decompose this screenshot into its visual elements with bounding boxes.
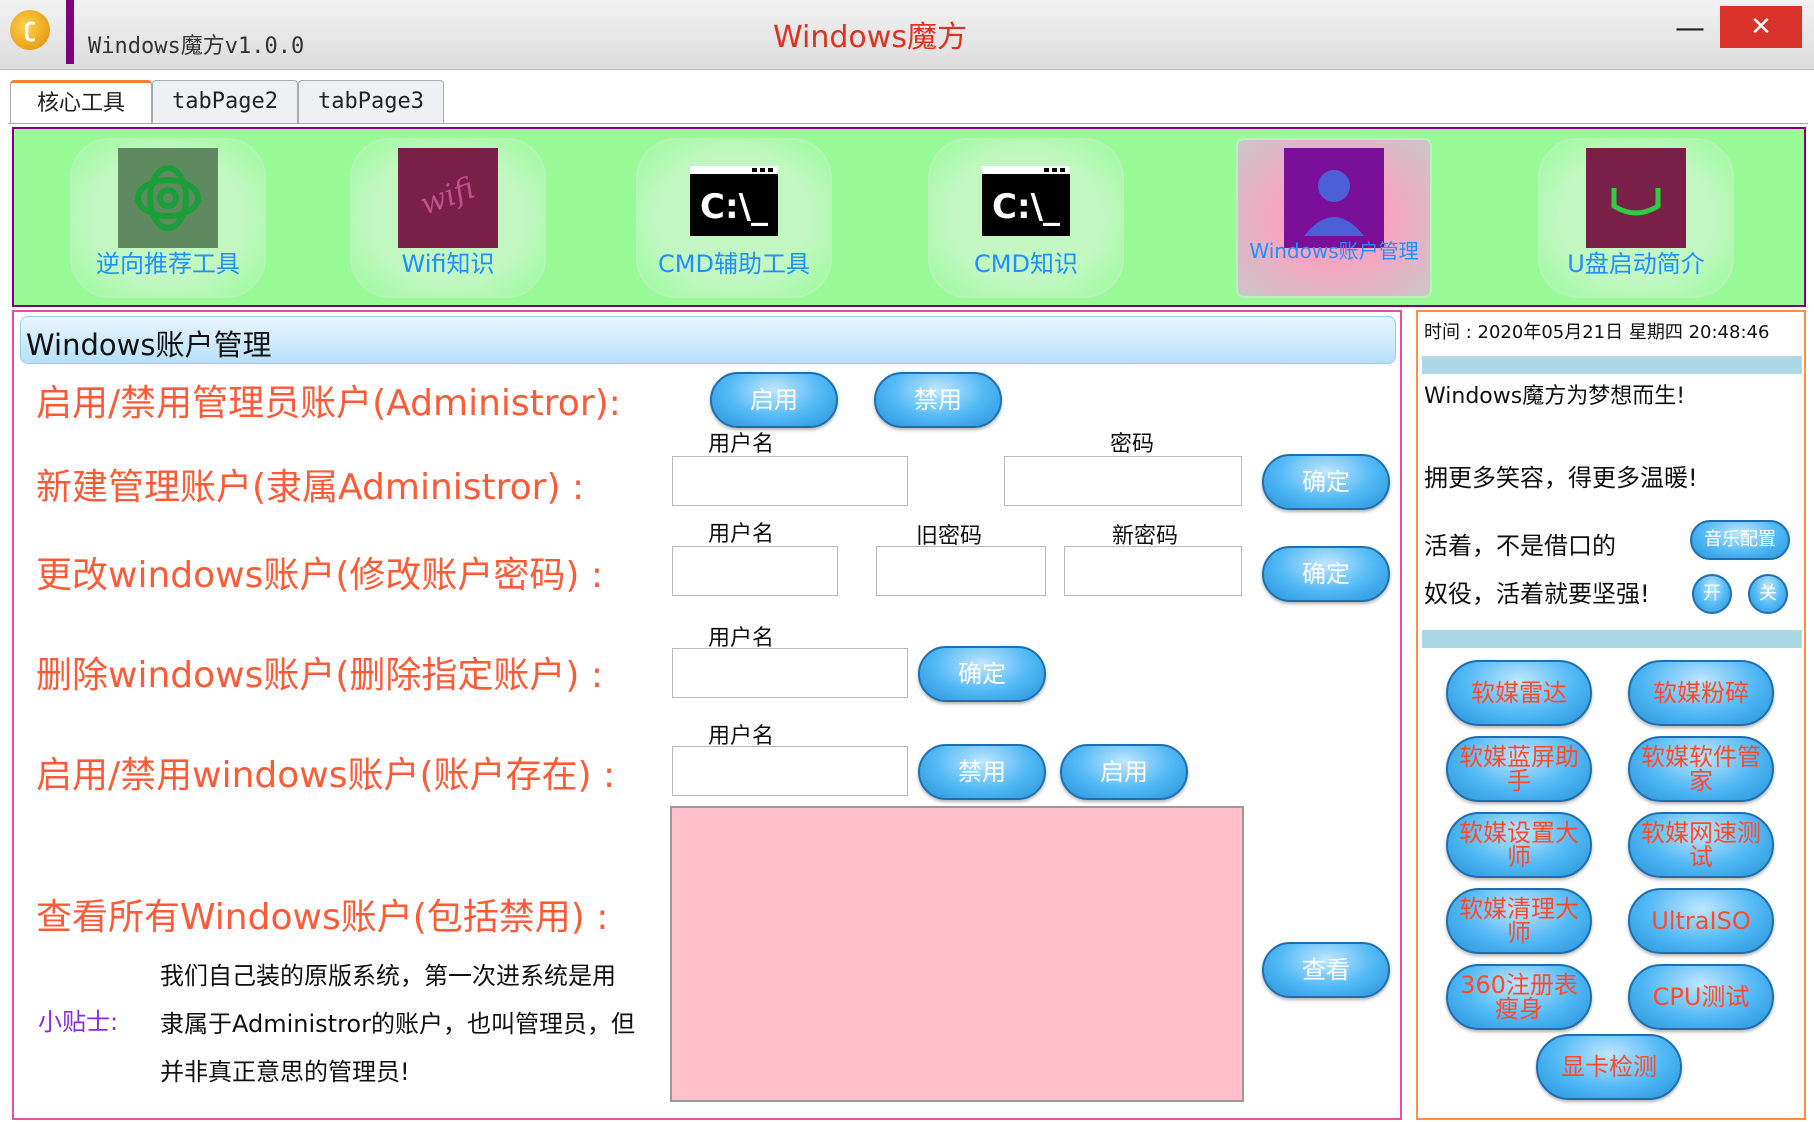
admin-toggle-label: 启用/禁用管理员账户(Administror): [36, 383, 621, 424]
tool-cmd-knowledge-label: CMD知识 [974, 250, 1078, 278]
music-off-button[interactable]: 关 [1748, 574, 1788, 614]
software-shredder-button[interactable]: 软媒粉碎 [1628, 660, 1774, 726]
tool-wifi-label: Wifi知识 [401, 250, 495, 278]
software-cleaner-button[interactable]: 软媒清理大师 [1446, 888, 1592, 954]
usb-icon [1586, 148, 1686, 248]
change-pwd-username-label: 用户名 [708, 522, 775, 547]
music-config-button[interactable]: 音乐配置 [1690, 520, 1790, 560]
delete-account-label: 删除windows账户(删除指定账户) : [36, 655, 604, 696]
delete-username-input[interactable] [672, 648, 908, 698]
tool-reverse-label: 逆向推荐工具 [96, 250, 240, 278]
cmd-icon: C:\_ [684, 148, 784, 248]
ultraiso-button[interactable]: UltraISO [1628, 888, 1774, 954]
title-stripe [66, 0, 74, 64]
wifi-icon: wifi [398, 148, 498, 248]
tip-line-1: 我们自己装的原版系统，第一次进系统是用 [160, 962, 616, 990]
tool-account-manager[interactable]: Windows账户管理 [1236, 138, 1432, 298]
cmd-icon: C:\_ [976, 148, 1076, 248]
tool-wifi[interactable]: wifi Wifi知识 [350, 138, 546, 298]
account-disable-button[interactable]: 禁用 [918, 744, 1046, 800]
slogan-3: 活着，不是借口的 [1424, 532, 1616, 560]
tool-cmd-knowledge[interactable]: C:\_ CMD知识 [928, 138, 1124, 298]
tab-divider [8, 123, 1808, 124]
software-bsod-button[interactable]: 软媒蓝屏助手 [1446, 736, 1592, 802]
tip-label: 小贴士: [38, 1008, 119, 1036]
new-admin-username-label: 用户名 [708, 432, 775, 457]
section-title: Windows账户管理 [26, 328, 272, 362]
gpu-check-button[interactable]: 显卡检测 [1536, 1034, 1682, 1100]
clock-text: 时间 : 2020年05月21日 星期四 20:48:46 [1424, 322, 1770, 343]
tool-cmd-helper[interactable]: C:\_ CMD辅助工具 [636, 138, 832, 298]
side-separator [1422, 630, 1802, 648]
new-admin-password-label: 密码 [1110, 432, 1155, 457]
accounts-output[interactable] [670, 806, 1244, 1102]
window-title: Windows魔方 [773, 20, 967, 55]
account-enable-button[interactable]: 启用 [1060, 744, 1188, 800]
software-settings-button[interactable]: 软媒设置大师 [1446, 812, 1592, 878]
tool-account-manager-label: Windows账户管理 [1249, 239, 1419, 263]
new-admin-password-input[interactable] [1004, 456, 1242, 506]
new-admin-username-input[interactable] [672, 456, 908, 506]
registry-slim-button[interactable]: 360注册表瘦身 [1446, 964, 1592, 1030]
tool-panel [12, 127, 1806, 307]
close-button[interactable]: ✕ [1720, 6, 1802, 48]
change-pwd-label: 更改windows账户(修改账户密码) : [36, 555, 604, 596]
toggle-username-input[interactable] [672, 746, 908, 796]
tip-line-2: 隶属于Administror的账户，也叫管理员，但 [160, 1010, 635, 1038]
tool-reverse[interactable]: 逆向推荐工具 [70, 138, 266, 298]
tab-page2[interactable]: tabPage2 [152, 80, 298, 124]
admin-enable-button[interactable]: 启用 [710, 372, 838, 428]
minimize-button[interactable]: — [1672, 14, 1708, 50]
slogan-1: Windows魔方为梦想而生! [1424, 384, 1686, 409]
slogan-4: 奴役，活着就要坚强! [1424, 580, 1650, 608]
new-password-input[interactable] [1064, 546, 1242, 596]
reverse-icon [118, 148, 218, 248]
side-separator [1422, 356, 1802, 374]
view-all-label: 查看所有Windows账户(包括禁用) : [36, 897, 609, 938]
toggle-account-label: 启用/禁用windows账户(账户存在) : [36, 755, 616, 796]
old-password-input[interactable] [876, 546, 1046, 596]
new-admin-confirm-button[interactable]: 确定 [1262, 454, 1390, 510]
software-manager-button[interactable]: 软媒软件管家 [1628, 736, 1774, 802]
change-pwd-confirm-button[interactable]: 确定 [1262, 546, 1390, 602]
tab-core-tools[interactable]: 核心工具 [10, 80, 152, 124]
cpu-test-button[interactable]: CPU测试 [1628, 964, 1774, 1030]
tip-line-3: 并非真正意思的管理员! [160, 1058, 410, 1086]
software-radar-button[interactable]: 软媒雷达 [1446, 660, 1592, 726]
app-title: Windows魔方v1.0.0 [88, 34, 305, 59]
app-icon: ʗ [10, 10, 50, 50]
user-icon [1284, 148, 1384, 248]
svg-text:C:\_: C:\_ [992, 187, 1060, 227]
music-on-button[interactable]: 开 [1692, 574, 1732, 614]
view-button[interactable]: 查看 [1262, 942, 1390, 998]
new-admin-label: 新建管理账户(隶属Administror) : [36, 467, 585, 508]
tab-page3[interactable]: tabPage3 [298, 80, 444, 124]
change-pwd-username-input[interactable] [672, 546, 838, 596]
slogan-2: 拥更多笑容，得更多温暖! [1424, 464, 1698, 492]
tool-cmd-helper-label: CMD辅助工具 [658, 250, 810, 278]
delete-confirm-button[interactable]: 确定 [918, 646, 1046, 702]
admin-disable-button[interactable]: 禁用 [874, 372, 1002, 428]
software-speedtest-button[interactable]: 软媒网速测试 [1628, 812, 1774, 878]
svg-text:C:\_: C:\_ [700, 187, 768, 227]
tool-usb-boot-label: U盘启动简介 [1567, 250, 1705, 278]
tool-usb-boot[interactable]: U盘启动简介 [1538, 138, 1734, 298]
